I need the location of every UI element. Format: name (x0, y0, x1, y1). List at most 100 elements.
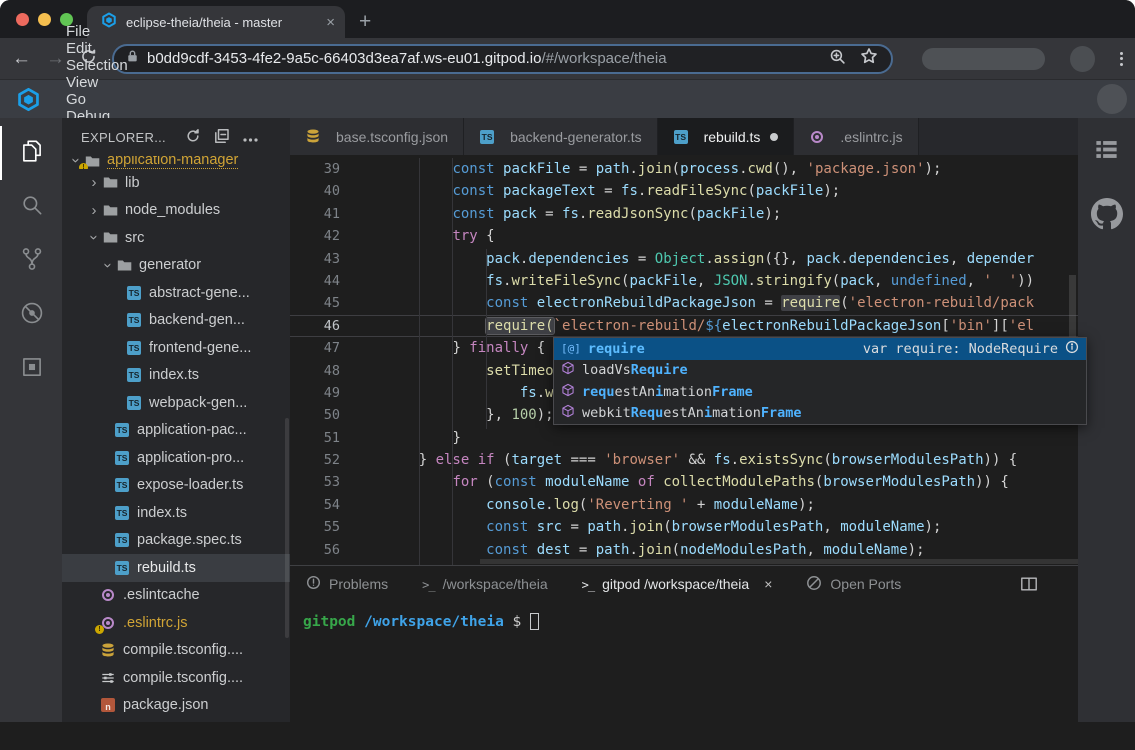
browser-profile-avatar[interactable] (1070, 46, 1095, 72)
close-tab-icon[interactable]: × (326, 14, 335, 31)
tree-item-rebuild-ts[interactable]: TS rebuild.ts (62, 554, 290, 582)
url-input[interactable]: b0dd9cdf-3453-4fe2-9a5c-66403d3ea7af.ws-… (112, 44, 893, 74)
suggestion-item-1[interactable]: loadVsRequire (554, 360, 1086, 382)
eslint-file-icon (809, 129, 825, 145)
suggestion-label: loadVsRequire (582, 362, 688, 378)
tree-item-eslintcache[interactable]: .eslintcache (62, 582, 290, 610)
editor-tab-label: backend-generator.ts (510, 129, 642, 145)
menu-item-edit[interactable]: Edit (53, 40, 154, 57)
indent-guide (419, 158, 420, 565)
panel-tab-label: /workspace/theia (443, 576, 548, 592)
activitybar-source-control[interactable] (0, 234, 62, 288)
close-icon[interactable]: × (764, 576, 772, 592)
editor-tab-rebuild-ts[interactable]: TSrebuild.ts (658, 118, 795, 155)
indent-guide (486, 249, 487, 429)
file-tree: ›!application-manager›lib›node_modules›s… (62, 156, 290, 722)
editor-tab-backend-generator-ts[interactable]: TS backend-generator.ts (464, 118, 658, 155)
tree-item-application-pac[interactable]: TSapplication-pac... (62, 417, 290, 445)
tree-item-expose-loader-ts[interactable]: TSexpose-loader.ts (62, 472, 290, 500)
close-window-button[interactable] (16, 13, 29, 26)
tree-item-src[interactable]: ›src (62, 224, 290, 252)
tree-item-generator[interactable]: ›generator (62, 252, 290, 280)
suggestion-label: require (588, 341, 645, 357)
panel-tab-label: Problems (329, 576, 388, 592)
tree-item-eslintrc-js[interactable]: !.eslintrc.js (62, 609, 290, 637)
code-line-53: 53 for (const moduleName of collectModul… (290, 471, 1078, 493)
tree-item-label: application-pro... (137, 450, 244, 466)
explorer-header: EXPLORER... (62, 118, 290, 156)
tree-item-application-manager[interactable]: ›!application-manager (62, 156, 290, 169)
panel-tab-problems[interactable]: Problems (306, 575, 388, 593)
menu-item-selection[interactable]: Selection (53, 57, 154, 74)
code-text: try { (385, 225, 495, 247)
ts-file-icon: TS (479, 129, 495, 145)
tree-item-webpack-gen[interactable]: TSwebpack-gen... (62, 389, 290, 417)
explorer-title: EXPLORER... (81, 130, 166, 145)
line-number: 50 (290, 404, 340, 426)
tree-item-application-pro[interactable]: TSapplication-pro... (62, 444, 290, 472)
info-icon[interactable] (1065, 340, 1079, 358)
activitybar-files[interactable] (0, 126, 62, 180)
bookmark-star-icon[interactable] (860, 47, 878, 70)
refresh-icon[interactable] (185, 128, 201, 147)
line-number: 40 (290, 180, 340, 202)
tree-item-package-spec-ts[interactable]: TSpackage.spec.ts (62, 527, 290, 555)
split-terminal-icon[interactable] (1020, 575, 1038, 593)
activitybar-search[interactable] (0, 180, 62, 234)
minimize-window-button[interactable] (38, 13, 51, 26)
code-text: require(`electron-rebuild/${electronRebu… (385, 315, 1034, 337)
tree-item-label: abstract-gene... (149, 285, 250, 301)
terminal-user: gitpod (303, 614, 355, 630)
editor-tab-base-tsconfig-json[interactable]: base.tsconfig.json (290, 118, 464, 155)
panel-tab-open-ports[interactable]: Open Ports (806, 575, 901, 594)
tree-item-label: rebuild.ts (137, 560, 196, 576)
menu-item-file[interactable]: File (53, 23, 154, 40)
tree-item-lib[interactable]: ›lib (62, 169, 290, 197)
tree-item-index-ts[interactable]: TSindex.ts (62, 499, 290, 527)
json-file-icon (100, 642, 116, 658)
rightbar-github[interactable] (1091, 198, 1123, 235)
activitybar-plugins[interactable] (0, 342, 62, 396)
tree-item-frontend-gene[interactable]: TSfrontend-gene... (62, 334, 290, 362)
back-button[interactable]: ← (12, 49, 31, 68)
tree-item-label: index.ts (149, 367, 199, 383)
zoom-icon[interactable] (829, 48, 846, 70)
menu-item-go[interactable]: Go (53, 91, 154, 108)
tree-item-package-json[interactable]: npackage.json (62, 692, 290, 720)
suggestion-item-2[interactable]: requestAnimationFrame (554, 381, 1086, 403)
browser-menu-icon[interactable] (1120, 52, 1123, 66)
intellisense-popup: [@]requirevar require: NodeRequire loadVs… (553, 337, 1087, 425)
suggestion-item-0[interactable]: [@]requirevar require: NodeRequire (554, 338, 1086, 360)
collapse-all-icon[interactable] (214, 128, 230, 147)
rightbar-open-editors-list[interactable] (1093, 136, 1120, 168)
tree-item-backend-gen[interactable]: TSbackend-gen... (62, 307, 290, 335)
sidebar-scrollbar[interactable] (285, 418, 289, 638)
code-line-46: 46 require(`electron-rebuild/${electronR… (290, 315, 1078, 337)
tree-item-label: backend-gen... (149, 312, 245, 328)
tree-item-node-modules[interactable]: ›node_modules (62, 197, 290, 225)
panel-tab-workspace-theia[interactable]: >_/workspace/theia (422, 576, 548, 592)
terminal-icon: >_ (582, 576, 594, 592)
terminal[interactable]: gitpod /workspace/theia $ (290, 602, 1078, 722)
more-actions-icon[interactable] (243, 130, 258, 145)
menu-item-view[interactable]: View (53, 74, 154, 91)
ts-file-icon: TS (126, 340, 142, 356)
tree-item-index-ts[interactable]: TSindex.ts (62, 362, 290, 390)
tree-item-abstract-gene[interactable]: TSabstract-gene... (62, 279, 290, 307)
user-avatar[interactable] (1097, 84, 1127, 114)
editor-horizontal-scrollbar[interactable] (480, 559, 1078, 564)
warning-badge: ! (95, 625, 104, 634)
suggestion-item-3[interactable]: webkitRequestAnimationFrame (554, 403, 1086, 425)
module-kind-icon (561, 361, 575, 379)
editor-tab-eslintrc-js[interactable]: .eslintrc.js (794, 118, 918, 155)
terminal-prompt-symbol: $ (513, 614, 522, 630)
panel-tab-gitpod-workspace-theia[interactable]: >_gitpod /workspace/theia× (582, 576, 773, 592)
ports-icon (806, 575, 822, 594)
ts-file-icon: TS (114, 560, 130, 576)
activitybar-debug-disabled[interactable] (0, 288, 62, 342)
bottom-panel: Problems>_/workspace/theia>_gitpod /work… (290, 565, 1078, 722)
new-tab-button[interactable]: + (359, 10, 371, 34)
tree-item-compile-tsconfig[interactable]: compile.tsconfig.... (62, 664, 290, 692)
tree-item-compile-tsconfig[interactable]: compile.tsconfig.... (62, 637, 290, 665)
module-kind-icon (561, 383, 575, 401)
